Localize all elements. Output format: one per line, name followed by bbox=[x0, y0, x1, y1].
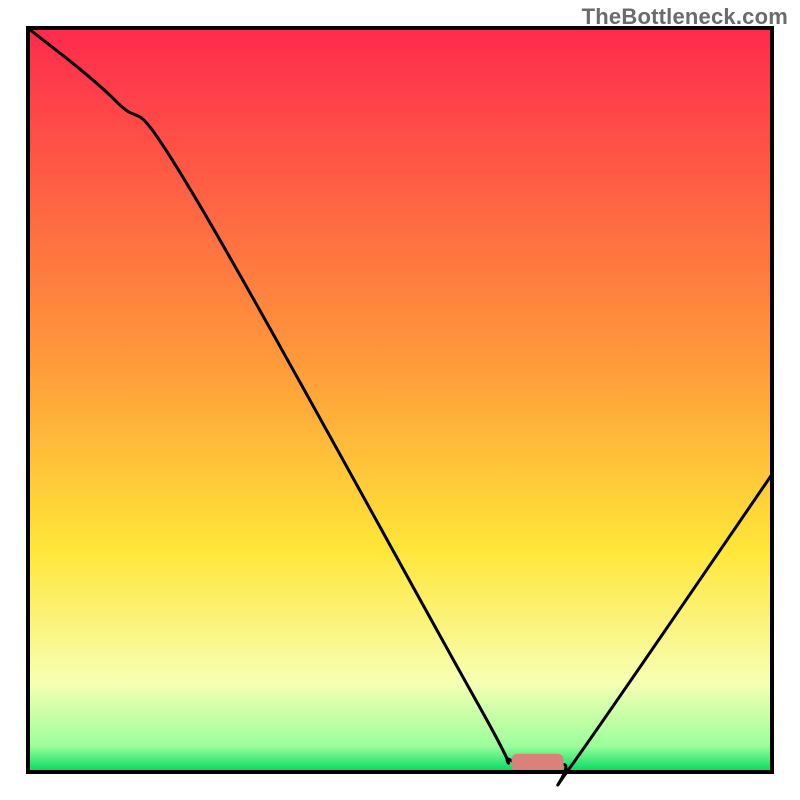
watermark-text: TheBottleneck.com bbox=[582, 4, 788, 30]
bottleneck-chart: TheBottleneck.com bbox=[0, 0, 800, 800]
chart-svg bbox=[0, 0, 800, 800]
optimal-marker bbox=[512, 754, 564, 773]
plot-background bbox=[28, 28, 772, 772]
